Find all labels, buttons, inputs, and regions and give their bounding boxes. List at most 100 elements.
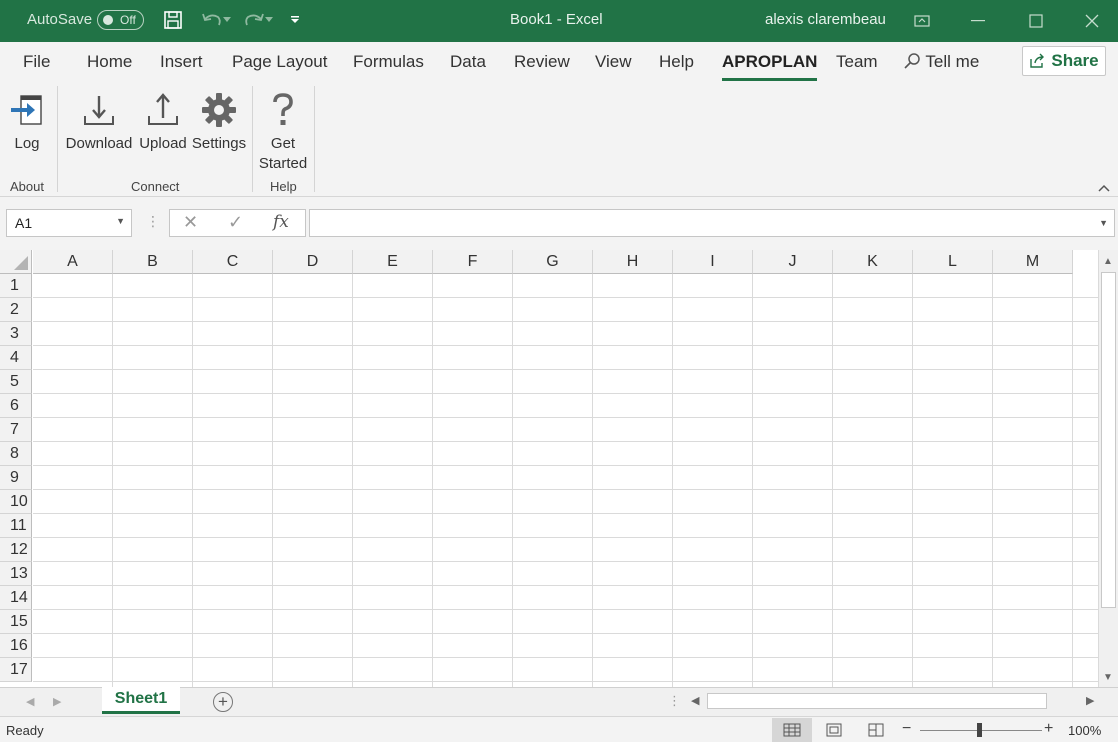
download-button[interactable]: Download xyxy=(63,86,135,154)
tab-help[interactable]: Help xyxy=(659,52,694,72)
tell-me-search[interactable]: Tell me xyxy=(903,52,979,72)
column-header[interactable]: I xyxy=(673,250,753,274)
collapse-ribbon-icon[interactable] xyxy=(1098,179,1110,197)
undo-dropdown-icon[interactable] xyxy=(220,8,234,32)
expand-formula-icon[interactable]: ▼ xyxy=(1099,218,1108,228)
name-box-value: A1 xyxy=(15,215,33,231)
row-header[interactable]: 12 xyxy=(0,538,32,562)
column-header[interactable]: B xyxy=(113,250,193,274)
maximize-icon[interactable] xyxy=(1008,0,1064,42)
page-layout-view-icon[interactable] xyxy=(814,718,854,742)
column-header[interactable]: A xyxy=(33,250,113,274)
share-button[interactable]: Share xyxy=(1022,46,1106,76)
sheet-tab-sheet1[interactable]: Sheet1 xyxy=(102,687,180,714)
log-button[interactable]: Log xyxy=(8,86,46,154)
column-header[interactable]: M xyxy=(993,250,1073,274)
horizontal-scroll-thumb[interactable] xyxy=(707,693,1047,709)
scroll-down-icon[interactable]: ▼ xyxy=(1103,672,1113,683)
minimize-icon[interactable] xyxy=(950,0,1006,42)
row-header[interactable]: 6 xyxy=(0,394,32,418)
row-header[interactable]: 5 xyxy=(0,370,32,394)
redo-dropdown-icon[interactable] xyxy=(262,8,276,32)
get-started-button[interactable]: Get Started xyxy=(257,86,309,174)
name-box[interactable]: A1 ▼ xyxy=(6,209,132,237)
tab-team[interactable]: Team xyxy=(836,52,878,72)
upload-label: Upload xyxy=(139,135,187,152)
row-header[interactable]: 15 xyxy=(0,610,32,634)
close-icon[interactable] xyxy=(1064,0,1118,42)
column-header[interactable]: L xyxy=(913,250,993,274)
title-bar: AutoSave Off Book1 - Excel alexis clarem… xyxy=(0,0,1118,42)
tab-review[interactable]: Review xyxy=(514,52,570,72)
customize-toolbar-icon[interactable] xyxy=(285,8,305,32)
row-header[interactable]: 2 xyxy=(0,298,32,322)
enter-icon[interactable]: ✓ xyxy=(228,212,243,233)
chevron-down-icon[interactable]: ▼ xyxy=(116,216,125,226)
tab-aproplan[interactable]: APROPLAN xyxy=(722,52,818,81)
cancel-icon[interactable]: ✕ xyxy=(183,212,198,233)
tab-data[interactable]: Data xyxy=(450,52,486,72)
tab-page-layout[interactable]: Page Layout xyxy=(232,52,327,72)
page-break-view-icon[interactable] xyxy=(856,718,896,742)
column-header[interactable]: C xyxy=(193,250,273,274)
select-all-corner[interactable] xyxy=(0,250,32,274)
column-header[interactable]: D xyxy=(273,250,353,274)
log-icon xyxy=(8,86,46,134)
row-header[interactable]: 16 xyxy=(0,634,32,658)
scroll-right-icon[interactable]: ▶ xyxy=(1086,694,1094,707)
formula-bar: A1 ▼ ⋮ ✕ ✓ fx ▼ xyxy=(0,197,1118,250)
column-header[interactable]: F xyxy=(433,250,513,274)
vertical-scrollbar[interactable]: ▲ ▼ xyxy=(1098,250,1118,687)
cell-area[interactable] xyxy=(33,274,1098,687)
row-header[interactable]: 13 xyxy=(0,562,32,586)
save-icon[interactable] xyxy=(161,8,185,32)
zoom-slider-thumb[interactable] xyxy=(977,723,982,737)
tab-formulas[interactable]: Formulas xyxy=(353,52,424,72)
formula-input[interactable]: ▼ xyxy=(309,209,1115,237)
row-header[interactable]: 9 xyxy=(0,466,32,490)
group-label-help: Help xyxy=(270,179,297,194)
ribbon-panel: Log Download Upload Settings Get Started… xyxy=(0,82,1118,197)
autosave-toggle[interactable]: Off xyxy=(97,10,144,30)
resize-handle-icon[interactable]: ⋮ xyxy=(146,213,160,230)
add-sheet-icon[interactable]: + xyxy=(213,692,233,712)
tab-split-handle-icon[interactable]: ⋮ xyxy=(668,693,681,709)
row-header[interactable]: 3 xyxy=(0,322,32,346)
zoom-out-icon[interactable]: − xyxy=(902,720,911,738)
row-header[interactable]: 11 xyxy=(0,514,32,538)
user-name[interactable]: alexis clarembeau xyxy=(765,11,886,28)
row-header[interactable]: 7 xyxy=(0,418,32,442)
window-title: Book1 - Excel xyxy=(510,11,603,28)
tab-view[interactable]: View xyxy=(595,52,632,72)
row-header[interactable]: 8 xyxy=(0,442,32,466)
next-sheet-icon[interactable]: ▶ xyxy=(53,695,61,708)
group-label-about: About xyxy=(10,179,44,194)
column-header[interactable]: K xyxy=(833,250,913,274)
row-header[interactable]: 10 xyxy=(0,490,32,514)
row-header[interactable]: 1 xyxy=(0,274,32,298)
insert-function-icon[interactable]: fx xyxy=(273,212,289,232)
column-header[interactable]: H xyxy=(593,250,673,274)
row-header[interactable]: 14 xyxy=(0,586,32,610)
scroll-left-icon[interactable]: ◀ xyxy=(691,694,699,707)
ribbon-display-icon[interactable] xyxy=(894,0,950,42)
prev-sheet-icon[interactable]: ◀ xyxy=(26,695,34,708)
row-header[interactable]: 17 xyxy=(0,658,32,682)
scroll-up-icon[interactable]: ▲ xyxy=(1103,256,1113,267)
upload-button[interactable]: Upload xyxy=(137,86,189,154)
zoom-level[interactable]: 100% xyxy=(1068,723,1101,738)
sheet-tab-bar: ◀ ▶ Sheet1 + ⋮ ◀ ▶ xyxy=(0,687,1118,716)
column-header[interactable]: E xyxy=(353,250,433,274)
row-header[interactable]: 4 xyxy=(0,346,32,370)
tab-home[interactable]: Home xyxy=(87,52,132,72)
vertical-scroll-thumb[interactable] xyxy=(1101,272,1116,608)
horizontal-scrollbar[interactable]: ◀ ▶ xyxy=(688,691,1100,712)
column-header[interactable]: J xyxy=(753,250,833,274)
gear-icon xyxy=(191,86,247,134)
normal-view-icon[interactable] xyxy=(772,718,812,742)
settings-button[interactable]: Settings xyxy=(191,86,247,154)
tab-insert[interactable]: Insert xyxy=(160,52,203,72)
column-header[interactable]: G xyxy=(513,250,593,274)
zoom-in-icon[interactable]: + xyxy=(1044,720,1053,738)
tab-file[interactable]: File xyxy=(23,52,50,72)
